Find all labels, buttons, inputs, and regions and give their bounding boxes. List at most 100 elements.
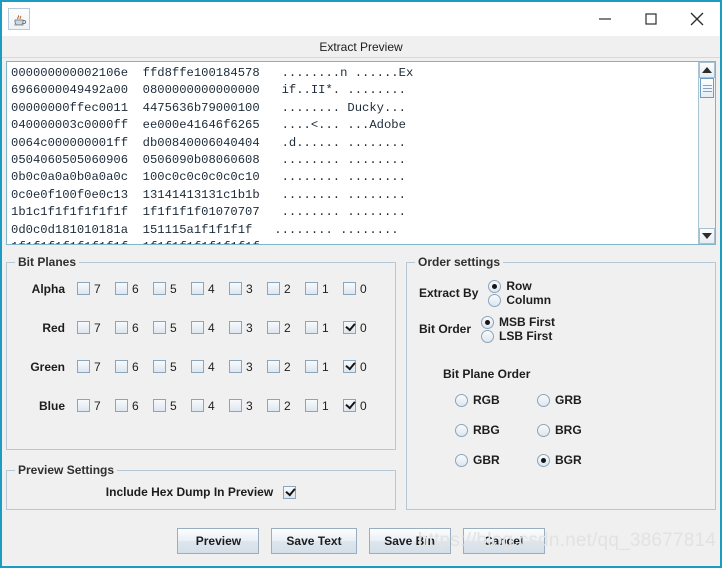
scrollbar-thumb[interactable] — [700, 78, 714, 98]
hex-dump-line: 1f1f1f1f1f1f1f1f 1f1f1f1f1f1f1f1f ......… — [11, 239, 698, 244]
bit-number-label: 0 — [360, 320, 367, 335]
checkbox-red-bit-2[interactable] — [267, 321, 280, 334]
bit-cell: 3 — [229, 399, 267, 413]
hex-dump-scrollbar[interactable] — [698, 62, 715, 244]
bit-cell: 1 — [305, 399, 343, 413]
checkbox-blue-bit-0[interactable] — [343, 399, 356, 412]
checkbox-alpha-bit-7[interactable] — [77, 282, 90, 295]
checkbox-red-bit-0[interactable] — [343, 321, 356, 334]
checkbox-blue-bit-3[interactable] — [229, 399, 242, 412]
checkbox-red-bit-7[interactable] — [77, 321, 90, 334]
checkbox-red-bit-3[interactable] — [229, 321, 242, 334]
bit-number-label: 0 — [360, 359, 367, 374]
include-hex-dump-checkbox[interactable] — [283, 485, 297, 499]
checkbox-blue-bit-4[interactable] — [191, 399, 204, 412]
checkbox-green-bit-1[interactable] — [305, 360, 318, 373]
dialog-title: Extract Preview — [2, 36, 720, 58]
radio-button[interactable] — [488, 279, 502, 293]
scroll-down-arrow-icon[interactable] — [699, 228, 715, 244]
bit-number-label: 0 — [360, 398, 367, 413]
checkbox-alpha-bit-5[interactable] — [153, 282, 166, 295]
java-coffee-cup-icon — [8, 8, 30, 30]
checkbox-alpha-bit-1[interactable] — [305, 282, 318, 295]
preview-button[interactable]: Preview — [177, 528, 260, 554]
bit-plane-order-option-brg[interactable]: BRG — [537, 423, 601, 437]
maximize-button[interactable] — [628, 2, 674, 36]
radio-label: LSB First — [499, 329, 553, 343]
order-settings-group: Order settings Extract By Row Column Bit … — [406, 255, 716, 510]
checkbox-red-bit-4[interactable] — [191, 321, 204, 334]
bit-cell: 0 — [343, 282, 381, 296]
extract-by-option-row[interactable]: Row — [488, 279, 551, 293]
radio-button[interactable] — [537, 423, 550, 437]
bit-order-option-lsb-first[interactable]: LSB First — [481, 329, 555, 343]
bit-order-option-msb-first[interactable]: MSB First — [481, 315, 555, 329]
preview-settings-legend: Preview Settings — [18, 463, 115, 477]
bit-plane-order-option-gbr[interactable]: GBR — [455, 453, 519, 467]
bit-number-label: 3 — [246, 398, 253, 413]
checkbox-blue-bit-2[interactable] — [267, 399, 280, 412]
bit-number-label: 1 — [322, 359, 329, 374]
checkbox-alpha-bit-0[interactable] — [343, 282, 356, 295]
radio-button[interactable] — [481, 315, 495, 329]
checkbox-alpha-bit-2[interactable] — [267, 282, 280, 295]
bit-plane-order-option-bgr[interactable]: BGR — [537, 453, 601, 467]
checkbox-blue-bit-1[interactable] — [305, 399, 318, 412]
bit-cell: 3 — [229, 282, 267, 296]
checkbox-blue-bit-5[interactable] — [153, 399, 166, 412]
checkbox-red-bit-6[interactable] — [115, 321, 128, 334]
checkbox-green-bit-7[interactable] — [77, 360, 90, 373]
scrollbar-track[interactable] — [699, 78, 715, 228]
checkbox-alpha-bit-3[interactable] — [229, 282, 242, 295]
checkbox-green-bit-5[interactable] — [153, 360, 166, 373]
checkbox-green-bit-6[interactable] — [115, 360, 128, 373]
checkbox-alpha-bit-6[interactable] — [115, 282, 128, 295]
radio-label: BGR — [555, 453, 582, 467]
right-column: Order settings Extract By Row Column Bit … — [406, 255, 716, 523]
bit-cell: 5 — [153, 399, 191, 413]
hex-dump-line: 040000003c0000ff ee000e41646f6265 ....<.… — [11, 118, 406, 133]
radio-label: RGB — [473, 393, 500, 407]
radio-button[interactable] — [488, 293, 502, 307]
bit-plane-order-option-rbg[interactable]: RBG — [455, 423, 519, 437]
checkbox-blue-bit-6[interactable] — [115, 399, 128, 412]
bit-cell: 1 — [305, 321, 343, 335]
checkbox-green-bit-4[interactable] — [191, 360, 204, 373]
checkbox-green-bit-2[interactable] — [267, 360, 280, 373]
hex-dump-text-area[interactable]: 000000000002106e ffd8ffe100184578 ......… — [7, 62, 698, 244]
bit-number-label: 4 — [208, 320, 215, 335]
radio-button[interactable] — [537, 393, 550, 407]
bit-number-label: 2 — [284, 281, 291, 296]
minimize-button[interactable] — [582, 2, 628, 36]
close-button[interactable] — [674, 2, 720, 36]
bit-cell: 4 — [191, 399, 229, 413]
checkbox-blue-bit-7[interactable] — [77, 399, 90, 412]
save-bin-button[interactable]: Save Bin — [368, 528, 451, 554]
checkbox-red-bit-5[interactable] — [153, 321, 166, 334]
bit-plane-channel-label: Green — [30, 359, 65, 374]
save-text-button[interactable]: Save Text — [271, 528, 357, 554]
cancel-button[interactable]: Cancel — [462, 528, 545, 554]
radio-label: MSB First — [499, 315, 556, 329]
checkbox-green-bit-0[interactable] — [343, 360, 356, 373]
checkbox-green-bit-3[interactable] — [229, 360, 242, 373]
bit-plane-order-option-rgb[interactable]: RGB — [455, 393, 519, 407]
radio-button[interactable] — [455, 423, 468, 437]
extract-by-option-column[interactable]: Column — [488, 293, 551, 307]
checkbox-alpha-bit-4[interactable] — [191, 282, 204, 295]
radio-button[interactable] — [481, 329, 495, 343]
bit-cell: 0 — [343, 399, 381, 413]
bit-plane-order-option-grb[interactable]: GRB — [537, 393, 601, 407]
checkbox-red-bit-1[interactable] — [305, 321, 318, 334]
bit-cell: 5 — [153, 321, 191, 335]
bit-cell: 6 — [115, 321, 153, 335]
radio-button[interactable] — [455, 453, 468, 467]
left-column: Bit Planes Alpha 7 6 5 4 3 2 1 0 Red 7 6 5 4 3 2 1 0 Green… — [6, 255, 396, 523]
radio-button[interactable] — [455, 393, 468, 407]
bit-cell: 6 — [115, 282, 153, 296]
scroll-up-arrow-icon[interactable] — [699, 62, 715, 78]
bit-number-label: 6 — [132, 359, 139, 374]
radio-button[interactable] — [537, 453, 550, 467]
bit-number-label: 6 — [132, 320, 139, 335]
hex-dump-preview-panel: 000000000002106e ffd8ffe100184578 ......… — [6, 61, 716, 245]
